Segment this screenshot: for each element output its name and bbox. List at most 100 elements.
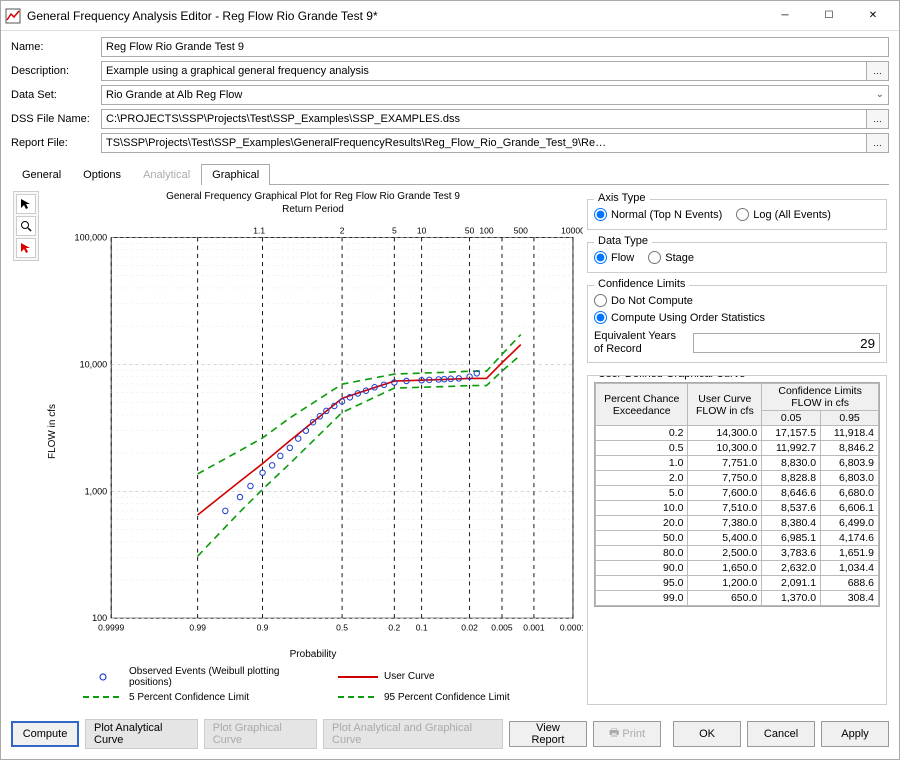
tab-graphical[interactable]: Graphical bbox=[201, 164, 270, 185]
user-curve-table[interactable]: Percent Chance Exceedance User Curve FLO… bbox=[594, 382, 880, 607]
view-report-button[interactable]: View Report bbox=[509, 721, 587, 747]
tab-options[interactable]: Options bbox=[72, 164, 132, 185]
table-row[interactable]: 5.07,600.08,646.66,680.0 bbox=[596, 486, 879, 501]
data-flow-radio[interactable]: Flow bbox=[594, 251, 634, 264]
window-title: General Frequency Analysis Editor - Reg … bbox=[27, 9, 378, 23]
maximize-button[interactable]: ☐ bbox=[807, 1, 851, 31]
col-conf-group: Confidence Limits FLOW in cfs bbox=[762, 384, 879, 411]
axis-type-title: Axis Type bbox=[594, 192, 650, 204]
data-stage-radio[interactable]: Stage bbox=[648, 251, 694, 264]
close-button[interactable]: ✕ bbox=[851, 1, 895, 31]
axis-normal-radio[interactable]: Normal (Top N Events) bbox=[594, 208, 722, 221]
print-button: 🖶 Print bbox=[593, 721, 661, 747]
description-browse-button[interactable]: … bbox=[867, 61, 889, 81]
chart-toolstrip bbox=[13, 191, 39, 261]
table-row[interactable]: 2.07,750.08,828.86,803.0 bbox=[596, 471, 879, 486]
svg-text:0.9999: 0.9999 bbox=[98, 622, 124, 632]
user-curve-table-title: User-Defined Graphical Curve bbox=[594, 375, 749, 380]
svg-text:0.005: 0.005 bbox=[491, 622, 513, 632]
minimize-button[interactable]: ─ bbox=[763, 1, 807, 31]
name-input[interactable]: Reg Flow Rio Grande Test 9 bbox=[101, 37, 889, 57]
svg-text:5: 5 bbox=[392, 225, 397, 235]
confidence-limits-title: Confidence Limits bbox=[594, 278, 689, 290]
conf-none-radio[interactable]: Do Not Compute bbox=[594, 294, 693, 307]
svg-text:0.2: 0.2 bbox=[388, 622, 400, 632]
svg-text:0.1: 0.1 bbox=[416, 622, 428, 632]
right-panel: Axis Type Normal (Top N Events) Log (All… bbox=[587, 191, 887, 705]
chart-title: General Frequency Graphical Plot for Reg… bbox=[43, 191, 583, 202]
compute-button[interactable]: Compute bbox=[11, 721, 79, 747]
tab-panel-graphical: General Frequency Graphical Plot for Reg… bbox=[11, 185, 889, 711]
legend-p5: 5 Percent Confidence Limit bbox=[83, 692, 318, 703]
plot-both-button: Plot Analytical and Graphical Curve bbox=[323, 719, 503, 749]
svg-text:100,000: 100,000 bbox=[75, 232, 108, 242]
col-percent-chance: Percent Chance Exceedance bbox=[596, 384, 688, 426]
chart-plot[interactable]: 1001,00010,000100,0000.99990.990.90.50.2… bbox=[61, 217, 583, 647]
plot-analytical-button[interactable]: Plot Analytical Curve bbox=[85, 719, 198, 749]
confidence-limits-group: Confidence Limits Do Not Compute Compute… bbox=[587, 285, 887, 363]
data-type-title: Data Type bbox=[594, 235, 652, 247]
name-label: Name: bbox=[11, 41, 101, 53]
svg-text:0.001: 0.001 bbox=[523, 622, 545, 632]
dataset-select[interactable]: Rio Grande at Alb Reg Flow⌄ bbox=[101, 85, 889, 105]
legend-observed: Observed Events (Weibull plotting positi… bbox=[83, 666, 318, 688]
table-row[interactable]: 1.07,751.08,830.06,803.9 bbox=[596, 456, 879, 471]
description-input[interactable]: Example using a graphical general freque… bbox=[101, 61, 867, 81]
chart-return-period-label: Return Period bbox=[43, 204, 583, 215]
table-row[interactable]: 0.214,300.017,157.511,918.4 bbox=[596, 426, 879, 441]
svg-text:10,000: 10,000 bbox=[80, 359, 108, 369]
svg-text:0.5: 0.5 bbox=[336, 622, 348, 632]
legend-p95: 95 Percent Confidence Limit bbox=[338, 692, 573, 703]
print-icon: 🖶 bbox=[609, 724, 619, 743]
eq-years-input[interactable] bbox=[693, 333, 880, 353]
svg-text:10: 10 bbox=[417, 225, 427, 235]
svg-text:0.0001: 0.0001 bbox=[560, 622, 583, 632]
axis-log-radio[interactable]: Log (All Events) bbox=[736, 208, 831, 221]
table-row[interactable]: 0.510,300.011,992.78,846.2 bbox=[596, 441, 879, 456]
table-row[interactable]: 99.0650.01,370.0308.4 bbox=[596, 591, 879, 606]
svg-text:2: 2 bbox=[340, 225, 345, 235]
conf-order-radio[interactable]: Compute Using Order Statistics bbox=[594, 311, 765, 324]
svg-text:1.1: 1.1 bbox=[253, 225, 265, 235]
svg-text:50: 50 bbox=[465, 225, 475, 235]
svg-text:500: 500 bbox=[514, 225, 528, 235]
reportfile-browse-button[interactable]: … bbox=[867, 133, 889, 153]
content: Name: Reg Flow Rio Grande Test 9 Descrip… bbox=[1, 31, 899, 713]
chart-area: General Frequency Graphical Plot for Reg… bbox=[43, 191, 583, 705]
plot-graphical-button: Plot Graphical Curve bbox=[204, 719, 317, 749]
table-row[interactable]: 90.01,650.02,632.01,034.4 bbox=[596, 561, 879, 576]
zoom-tool-button[interactable] bbox=[16, 216, 36, 236]
dssfile-browse-button[interactable]: … bbox=[867, 109, 889, 129]
legend-user-curve: User Curve bbox=[338, 666, 573, 688]
axis-type-group: Axis Type Normal (Top N Events) Log (All… bbox=[587, 199, 887, 230]
table-row[interactable]: 10.07,510.08,537.66,606.1 bbox=[596, 501, 879, 516]
pointer-tool-button[interactable] bbox=[16, 194, 36, 214]
edit-points-tool-button[interactable] bbox=[16, 238, 36, 258]
table-row[interactable]: 20.07,380.08,380.46,499.0 bbox=[596, 516, 879, 531]
table-row[interactable]: 80.02,500.03,783.61,651.9 bbox=[596, 546, 879, 561]
col-p95: 0.95 bbox=[821, 411, 879, 426]
app-icon bbox=[5, 8, 21, 24]
ok-button[interactable]: OK bbox=[673, 721, 741, 747]
col-user-curve: User Curve FLOW in cfs bbox=[688, 384, 762, 426]
dssfile-label: DSS File Name: bbox=[11, 113, 101, 125]
chart-legend: Observed Events (Weibull plotting positi… bbox=[43, 662, 583, 705]
footer: Compute Plot Analytical Curve Plot Graph… bbox=[1, 713, 899, 759]
titlebar: General Frequency Analysis Editor - Reg … bbox=[1, 1, 899, 31]
svg-text:100: 100 bbox=[479, 225, 493, 235]
cancel-button[interactable]: Cancel bbox=[747, 721, 815, 747]
table-row[interactable]: 50.05,400.06,985.14,174.6 bbox=[596, 531, 879, 546]
tab-analytical: Analytical bbox=[132, 164, 201, 185]
reportfile-input[interactable]: TS\SSP\Projects\Test\SSP_Examples\Genera… bbox=[101, 133, 867, 153]
dssfile-input[interactable]: C:\PROJECTS\SSP\Projects\Test\SSP_Exampl… bbox=[101, 109, 867, 129]
chart-x-axis-label: Probability bbox=[43, 647, 583, 662]
apply-button[interactable]: Apply bbox=[821, 721, 889, 747]
dataset-label: Data Set: bbox=[11, 89, 101, 101]
svg-text:0.02: 0.02 bbox=[461, 622, 478, 632]
description-label: Description: bbox=[11, 65, 101, 77]
svg-text:0.9: 0.9 bbox=[257, 622, 269, 632]
chart-y-axis-label: FLOW in cfs bbox=[47, 404, 58, 459]
chevron-down-icon: ⌄ bbox=[876, 89, 884, 100]
table-row[interactable]: 95.01,200.02,091.1688.6 bbox=[596, 576, 879, 591]
tab-general[interactable]: General bbox=[11, 164, 72, 185]
